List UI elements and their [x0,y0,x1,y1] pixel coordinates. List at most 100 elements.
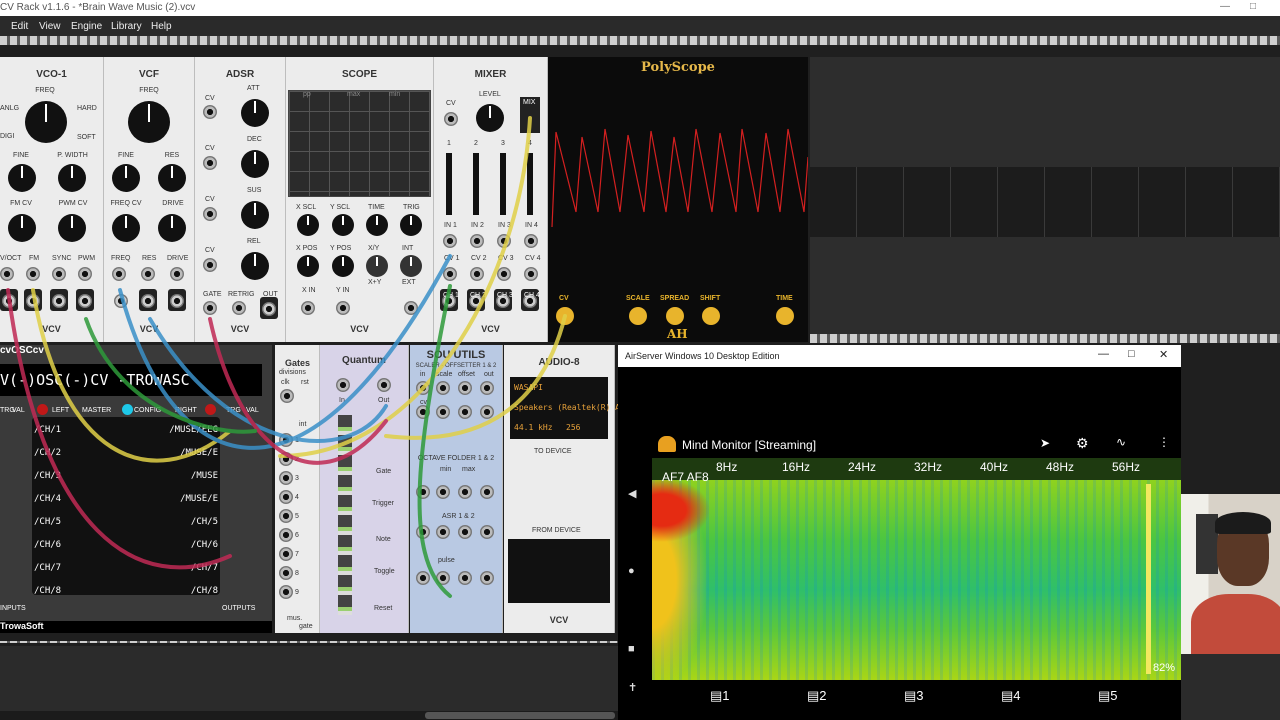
adsr-rel-cv-jack[interactable] [203,258,217,272]
adsr-att-cv-jack[interactable] [203,105,217,119]
page-tab[interactable]: ▤2 [807,688,827,704]
adsr-rel-knob[interactable] [241,252,269,280]
quantum-note-buttons[interactable] [338,415,352,615]
audio-device[interactable]: Speakers (Realtek(R) A [514,403,620,412]
mixer-cv1-jack[interactable] [443,267,457,281]
audio-from-outputs[interactable] [508,539,610,603]
minimize-icon[interactable]: — [1220,1,1230,12]
sou-jack[interactable] [416,485,430,499]
vcf-fine-knob[interactable] [112,164,140,192]
gates-division-jack[interactable] [279,490,293,504]
adsr-sus-cv-jack[interactable] [203,207,217,221]
android-recents-icon[interactable]: ■ [628,643,635,655]
gates-division-jack[interactable] [279,433,293,447]
menu-edit[interactable]: Edit [11,21,28,32]
mixer-in2-jack[interactable] [470,234,484,248]
mixer-cv-jack[interactable] [444,112,458,126]
share-icon[interactable]: ➤ [1040,436,1050,450]
accessibility-icon[interactable]: ✝ [628,681,637,694]
vco-saw-out[interactable] [50,289,68,311]
vco-pwidth-knob[interactable] [58,164,86,192]
osc-config-led[interactable] [122,404,133,415]
scope-xpos-knob[interactable] [297,255,319,277]
gates-division-jack[interactable] [279,452,293,466]
vco-fmcv-knob[interactable] [8,214,36,242]
scope-xscl-knob[interactable] [297,214,319,236]
gates-clk-jack[interactable] [280,389,294,403]
mixer-ch3-fader[interactable] [500,153,506,215]
gates-division-jack[interactable] [279,547,293,561]
mixer-ch1-fader[interactable] [446,153,452,215]
osc-left-led[interactable] [37,404,48,415]
vco-sqr-out[interactable] [76,289,94,311]
vcf-freq-jack[interactable] [112,267,126,281]
polyscope-shift-knob[interactable] [702,307,720,325]
rack-horizontal-scrollbar[interactable] [0,711,618,720]
maximize-icon[interactable]: □ [1250,1,1256,12]
gates-division-jack[interactable] [279,566,293,580]
sou-jack[interactable] [436,405,450,419]
sou-jack[interactable] [480,381,494,395]
mixer-ch2-fader[interactable] [473,153,479,215]
android-home-icon[interactable]: ● [628,565,635,577]
gates-division-jack[interactable] [279,528,293,542]
sou-jack[interactable] [436,525,450,539]
sou-jack[interactable] [436,571,450,585]
scope-int-button[interactable] [400,255,422,277]
sou-jack[interactable] [416,525,430,539]
scope-ypos-knob[interactable] [332,255,354,277]
adsr-sus-knob[interactable] [241,201,269,229]
audio-rate[interactable]: 44.1 kHz [514,423,553,432]
scope-yscl-knob[interactable] [332,214,354,236]
spectrogram[interactable]: AF7 AF8 82% [652,470,1181,680]
menu-engine[interactable]: Engine [71,21,102,32]
menu-library[interactable]: Library [111,21,142,32]
adsr-att-knob[interactable] [241,99,269,127]
sou-jack[interactable] [480,571,494,585]
android-back-icon[interactable]: ◀ [628,487,636,500]
scope-trig-knob[interactable] [400,214,422,236]
vcf-lpf-out[interactable] [139,289,157,311]
sou-jack[interactable] [458,485,472,499]
sou-jack[interactable] [480,405,494,419]
polyscope-time-knob[interactable] [776,307,794,325]
osc-right-led[interactable] [205,404,216,415]
sou-jack[interactable] [480,525,494,539]
sou-jack[interactable] [458,405,472,419]
vcf-drive-jack[interactable] [170,267,184,281]
vcf-freq-knob[interactable] [128,101,170,143]
vco-voct-jack[interactable] [0,267,14,281]
audio-driver[interactable]: WASAPI [514,383,543,392]
more-vert-icon[interactable]: ⋮ [1158,435,1170,449]
mixer-in4-jack[interactable] [524,234,538,248]
vco-sin-out[interactable] [0,289,18,311]
vco-freq-knob[interactable] [25,101,67,143]
vco-pwmcv-knob[interactable] [58,214,86,242]
adsr-out-jack[interactable] [260,297,278,319]
mixer-cv4-jack[interactable] [524,267,538,281]
adsr-gate-jack[interactable] [203,301,217,315]
mixer-in3-jack[interactable] [497,234,511,248]
page-tab[interactable]: ▤1 [710,688,730,704]
mixer-mix-out[interactable]: MIX [520,97,540,133]
scope-xy-button[interactable] [366,255,388,277]
airserver-maximize-icon[interactable]: □ [1128,348,1135,360]
menu-help[interactable]: Help [151,21,172,32]
quantum-in-jack[interactable] [336,378,350,392]
pulse-icon[interactable]: ∿ [1116,435,1126,449]
vco-sync-jack[interactable] [52,267,66,281]
vcf-in-jack[interactable] [112,289,130,311]
adsr-dec-cv-jack[interactable] [203,156,217,170]
gates-division-jack[interactable] [279,509,293,523]
vcf-hpf-out[interactable] [168,289,186,311]
adsr-dec-knob[interactable] [241,150,269,178]
menu-view[interactable]: View [39,21,61,32]
airserver-minimize-icon[interactable]: — [1098,348,1109,360]
page-tab[interactable]: ▤5 [1098,688,1118,704]
sou-jack[interactable] [416,381,430,395]
sou-jack[interactable] [416,571,430,585]
audio-block-size[interactable]: 256 [566,423,580,432]
polyscope-scale-knob[interactable] [629,307,647,325]
sou-jack[interactable] [458,525,472,539]
sou-jack[interactable] [416,405,430,419]
